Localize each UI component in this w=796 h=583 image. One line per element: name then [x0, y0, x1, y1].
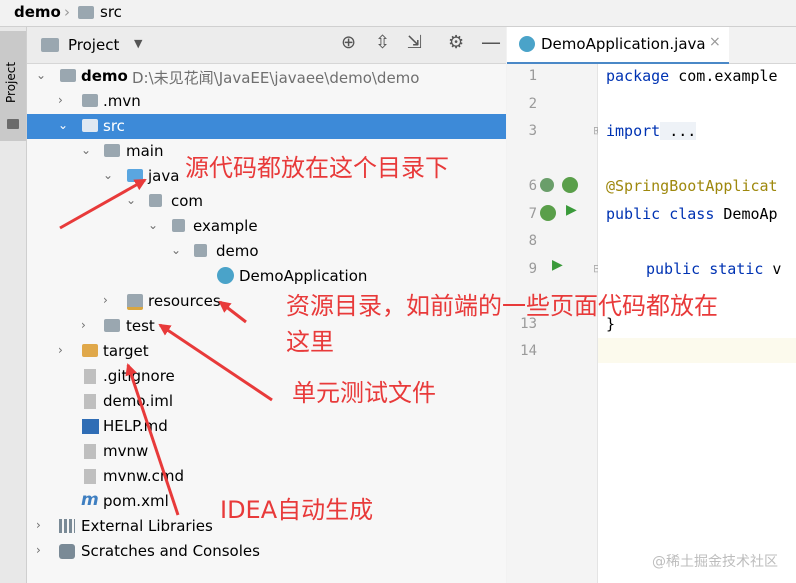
annotation-test-dir: 单元测试文件 — [292, 379, 436, 407]
arrow-resources — [218, 300, 247, 324]
arrow-idea-generated — [125, 363, 180, 516]
annotation-resources-line1: 资源目录，如前端的一些页面代码都放在 — [286, 292, 718, 320]
arrow-test — [158, 323, 273, 402]
annotation-idea-generated: IDEA自动生成 — [220, 496, 374, 524]
watermark: @稀土掘金技术社区 — [652, 554, 778, 570]
arrow-java — [59, 178, 147, 230]
annotation-resources-line2: 这里 — [286, 328, 334, 356]
annotation-java-dir: 源代码都放在这个目录下 — [185, 154, 449, 182]
